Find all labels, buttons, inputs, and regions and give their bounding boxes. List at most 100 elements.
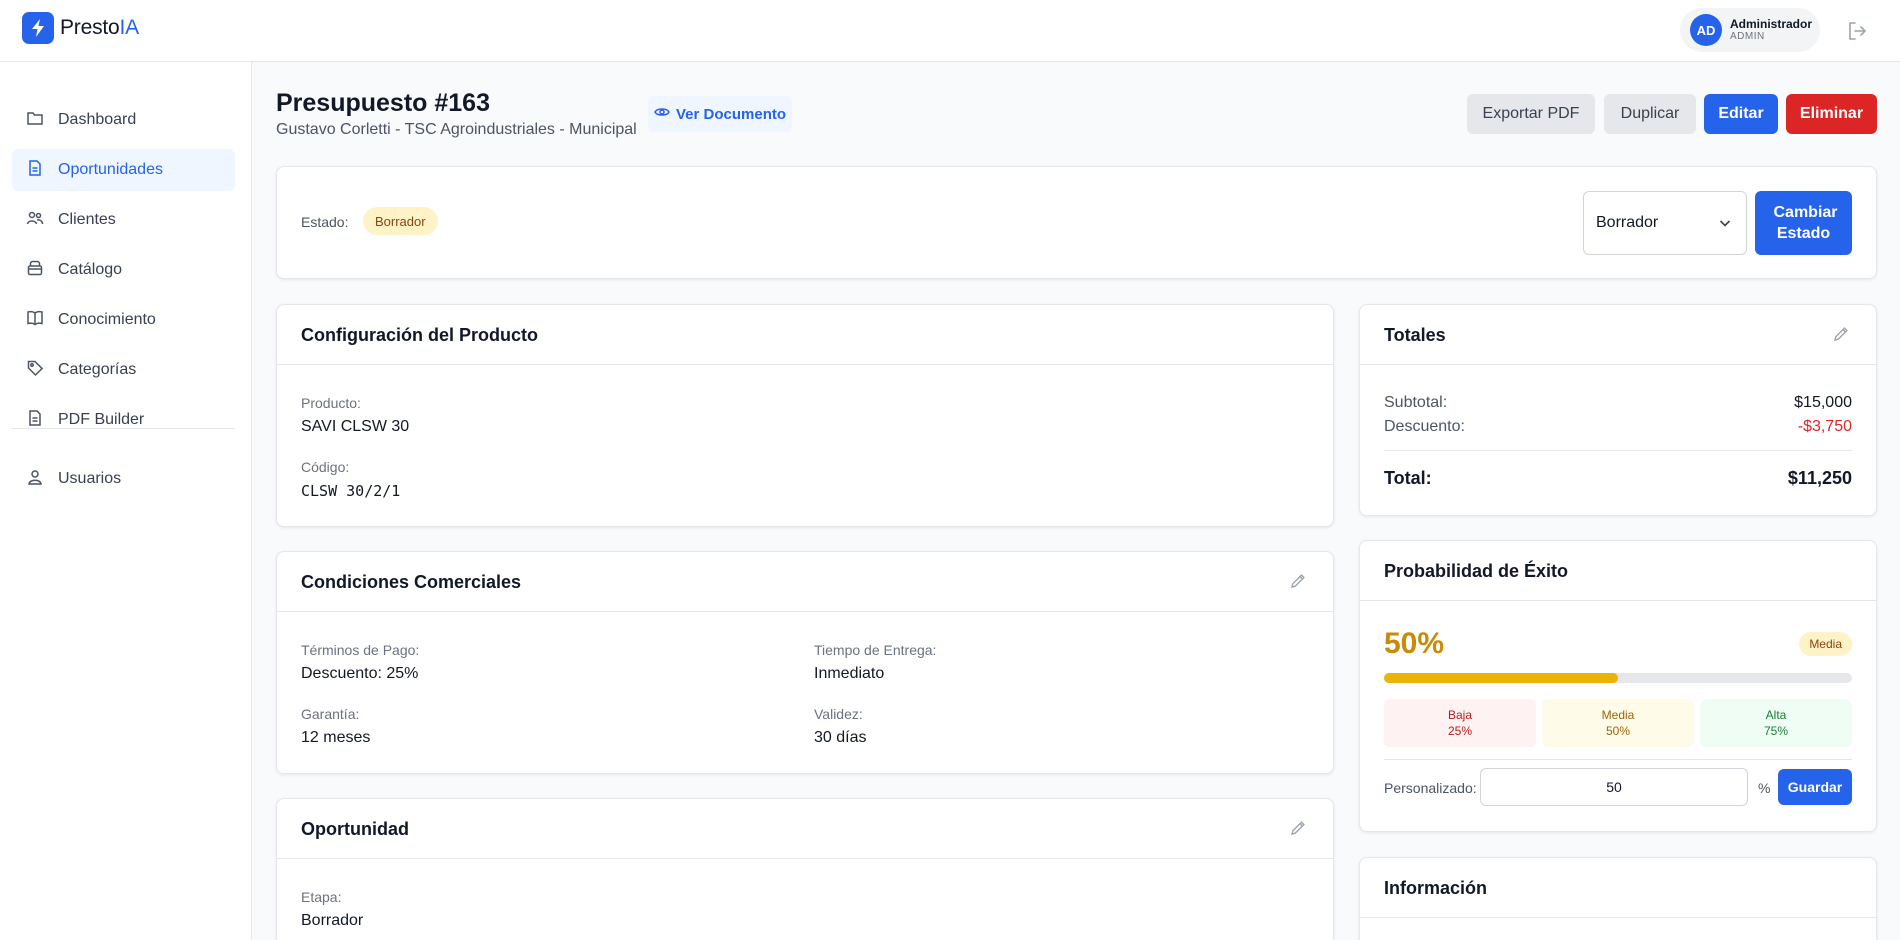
pencil-icon[interactable] <box>1832 325 1850 343</box>
payment-terms-label: Términos de Pago: <box>301 642 420 658</box>
save-probability-button[interactable]: Guardar <box>1778 769 1852 805</box>
book-icon <box>26 309 44 332</box>
delete-button[interactable]: Eliminar <box>1786 94 1877 134</box>
discount-value: -$3,750 <box>1797 418 1852 435</box>
code-label: Código: <box>301 459 350 475</box>
card-title: Oportunidad <box>301 819 409 839</box>
status-select[interactable]: Borrador <box>1583 191 1747 255</box>
edit-button[interactable]: Editar <box>1704 94 1778 134</box>
sidebar-item-usuarios[interactable]: Usuarios <box>12 458 235 500</box>
information-card: Información <box>1359 857 1877 940</box>
view-document-button[interactable]: Ver Documento <box>648 96 792 132</box>
pencil-icon[interactable] <box>1289 819 1307 837</box>
sidebar-item-catalogo[interactable]: Catálogo <box>12 249 235 291</box>
subtotal-label: Subtotal: <box>1384 394 1448 411</box>
totals-card: Totales Subtotal: $15,000 Descuento: -$3… <box>1359 304 1877 516</box>
user-name: Administrador <box>1730 16 1813 31</box>
sidebar-item-label: Categorías <box>58 361 137 378</box>
change-status-label: Cambiar Estado <box>1773 204 1838 242</box>
sidebar-item-categorias[interactable]: Categorías <box>12 349 235 391</box>
option-value: 75% <box>1763 724 1789 738</box>
probability-percent: 50% <box>1384 627 1445 660</box>
card-header: Información <box>1360 858 1876 918</box>
option-name: Media <box>1601 708 1635 722</box>
sidebar-item-label: Catálogo <box>58 261 123 278</box>
option-value: 50% <box>1605 724 1631 738</box>
sidebar-item-oportunidades[interactable]: Oportunidades <box>12 149 235 191</box>
product-label: Producto: <box>301 395 361 411</box>
sidebar-item-label: Conocimiento <box>58 311 156 328</box>
card-title: Condiciones Comerciales <box>301 572 522 592</box>
pencil-icon[interactable] <box>1289 572 1307 590</box>
card-title: Configuración del Producto <box>301 325 538 345</box>
card-title: Totales <box>1384 325 1446 345</box>
card-header: Condiciones Comerciales <box>277 552 1333 612</box>
export-pdf-button[interactable]: Exportar PDF <box>1467 94 1595 134</box>
sidebar-item-pdf-builder[interactable]: PDF Builder <box>12 399 235 441</box>
custom-probability-input[interactable]: 50 <box>1480 768 1748 806</box>
change-status-button[interactable]: Cambiar Estado <box>1755 191 1852 255</box>
tag-icon <box>26 359 44 382</box>
card-header: Oportunidad <box>277 799 1333 859</box>
user-group-icon <box>26 468 44 491</box>
lightning-icon <box>22 12 54 44</box>
subtotal-value: $15,000 <box>1794 394 1852 411</box>
validity-value: 30 días <box>814 729 867 746</box>
status-badge: Borrador <box>363 207 438 235</box>
opportunity-card: Oportunidad Etapa: Borrador <box>276 798 1334 940</box>
card-header: Probabilidad de Éxito <box>1360 541 1876 601</box>
sidebar-item-label: Clientes <box>58 211 116 228</box>
probability-option-alta[interactable]: Alta 75% <box>1700 699 1852 747</box>
probability-bar-fill <box>1384 673 1618 683</box>
payment-terms-value: Descuento: 25% <box>301 665 419 682</box>
sidebar-item-label: Oportunidades <box>58 161 163 178</box>
custom-probability-label: Personalizado: <box>1384 780 1477 796</box>
probability-level-badge: Media <box>1799 632 1852 656</box>
sidebar-divider <box>12 428 235 429</box>
sidebar-item-conocimiento[interactable]: Conocimiento <box>12 299 235 341</box>
probability-option-baja[interactable]: Baja 25% <box>1384 699 1536 747</box>
page-title: Presupuesto #163 <box>276 89 490 117</box>
card-header: Configuración del Producto <box>277 305 1333 365</box>
delivery-time-value: Inmediato <box>814 665 885 682</box>
probability-option-media[interactable]: Media 50% <box>1542 699 1694 747</box>
folder-icon <box>26 109 44 132</box>
sidebar-item-label: Dashboard <box>58 111 137 128</box>
status-label: Estado: <box>301 214 349 230</box>
discount-label: Descuento: <box>1384 418 1465 435</box>
total-label: Total: <box>1384 468 1432 488</box>
warranty-value: 12 meses <box>301 729 371 746</box>
conditions-card: Condiciones Comerciales Términos de Pago… <box>276 551 1334 774</box>
delivery-time-label: Tiempo de Entrega: <box>814 642 937 658</box>
chevron-down-icon <box>1718 216 1732 235</box>
sidebar-item-dashboard[interactable]: Dashboard <box>12 99 235 141</box>
probability-bar <box>1384 673 1852 683</box>
warranty-label: Garantía: <box>301 706 360 722</box>
sidebar-item-label: PDF Builder <box>58 411 145 428</box>
option-value: 25% <box>1447 724 1473 738</box>
document-icon <box>26 159 44 182</box>
stage-value: Borrador <box>301 912 364 929</box>
users-icon <box>26 209 44 232</box>
avatar: AD <box>1690 14 1722 46</box>
probability-divider <box>1384 759 1852 760</box>
product-value: SAVI CLSW 30 <box>301 418 410 435</box>
status-select-value: Borrador <box>1596 214 1659 231</box>
brand-name: PrestoIA <box>60 16 139 39</box>
box-icon <box>26 259 44 282</box>
total-value: $11,250 <box>1787 468 1852 488</box>
logout-icon[interactable] <box>1844 18 1870 44</box>
brand[interactable]: PrestoIA <box>22 12 139 44</box>
option-name: Alta <box>1765 708 1787 722</box>
percent-unit: % <box>1758 780 1771 796</box>
card-title: Información <box>1384 878 1488 898</box>
eye-icon <box>654 104 670 124</box>
totals-divider <box>1384 450 1852 451</box>
card-title: Probabilidad de Éxito <box>1384 561 1569 581</box>
duplicate-button[interactable]: Duplicar <box>1604 94 1696 134</box>
sidebar-item-label: Usuarios <box>58 470 122 487</box>
validity-label: Validez: <box>814 706 863 722</box>
sidebar-item-clientes[interactable]: Clientes <box>12 199 235 241</box>
view-document-label: Ver Documento <box>675 105 787 123</box>
user-menu[interactable]: AD Administrador ADMIN <box>1680 8 1820 52</box>
